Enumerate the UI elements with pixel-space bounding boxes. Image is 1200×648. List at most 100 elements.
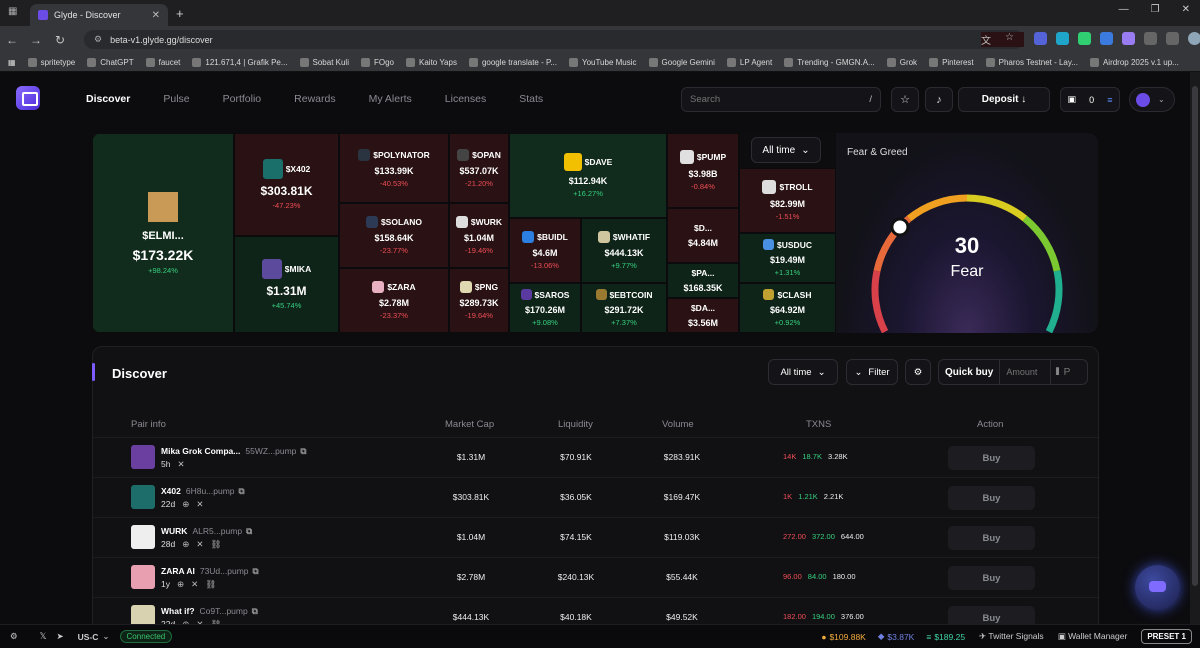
heatmap-tile[interactable]: $BUIDL $4.6M -13.06% — [509, 218, 581, 283]
x-twitter-icon[interactable]: ✕ — [196, 539, 203, 550]
settings-gear-button[interactable]: ⚙ — [905, 359, 931, 385]
table-row[interactable]: Mika Grok Compa... 55WZ...pump ⧉ 5h ✕ $1.31M $… — [93, 437, 1100, 477]
profile-icon[interactable] — [1188, 32, 1200, 45]
bookmark-item[interactable]: Airdrop 2025 v.1 up... — [1089, 57, 1179, 67]
buy-button[interactable]: Buy — [948, 486, 1035, 510]
heatmap-tile[interactable]: $PA... $168.35K — [667, 263, 739, 298]
puzzle-icon[interactable] — [1144, 32, 1157, 45]
browser-tab[interactable]: Glyde - Discover ✕ — [30, 4, 168, 26]
copy-icon[interactable]: ⧉ — [253, 566, 259, 576]
token-address[interactable]: 73Ud...pump — [200, 566, 249, 576]
buy-button[interactable]: Buy — [948, 446, 1035, 470]
extension-icon[interactable] — [1100, 32, 1113, 45]
preset-sliders-icon[interactable]: ⫴ — [1051, 367, 1063, 378]
extension-icon[interactable] — [1078, 32, 1091, 45]
heatmap-tile[interactable]: $TROLL $82.99M -1.51% — [739, 168, 836, 233]
notifications-bell-button[interactable]: ♪ — [925, 87, 953, 112]
assistant-bot-button[interactable] — [1135, 565, 1180, 610]
bookmark-item[interactable]: Pharos Testnet - Lay... — [985, 57, 1078, 67]
settings-icon[interactable]: ⚙ — [10, 631, 18, 642]
extension-icon[interactable] — [1034, 32, 1047, 45]
nav-portfolio[interactable]: Portfolio — [223, 93, 262, 105]
tab-search-icon[interactable]: ▦ — [8, 6, 22, 18]
heatmap-tile[interactable]: $DAVE $112.94K +16.27% — [509, 133, 667, 218]
search-input[interactable] — [690, 94, 850, 105]
bookmark-item[interactable]: YouTube Music — [568, 57, 637, 67]
search-box[interactable]: / — [681, 87, 881, 112]
bookmark-star-icon[interactable]: ☆ — [1005, 32, 1014, 47]
bookmark-item[interactable]: ChatGPT — [87, 57, 134, 67]
close-tab-icon[interactable]: ✕ — [152, 10, 160, 21]
heatmap-tile[interactable]: $DA... $3.56M — [667, 298, 739, 333]
bookmark-item[interactable]: Grok — [886, 57, 917, 67]
nav-stats[interactable]: Stats — [519, 93, 543, 105]
filter-button[interactable]: ⌄ Filter — [846, 359, 898, 385]
heatmap-tile[interactable]: $WHATIF $444.13K +9.77% — [581, 218, 667, 283]
nav-my-alerts[interactable]: My Alerts — [369, 93, 412, 105]
x-twitter-icon[interactable]: ✕ — [177, 459, 184, 470]
profile-menu[interactable]: ⌄ — [1129, 87, 1175, 112]
nav-licenses[interactable]: Licenses — [445, 93, 486, 105]
heatmap-tile[interactable]: $WURK $1.04M -19.46% — [449, 203, 509, 268]
bookmark-item[interactable]: Sobat Kuli — [299, 57, 349, 67]
timeframe-select[interactable]: All time ⌄ — [768, 359, 838, 385]
nav-rewards[interactable]: Rewards — [294, 93, 335, 105]
wallet-manager-button[interactable]: ▣ Wallet Manager — [1058, 631, 1128, 642]
preset-button[interactable]: PRESET 1 — [1141, 629, 1192, 644]
bookmark-item[interactable]: 121.671,4 | Grafik Pe... — [192, 57, 288, 67]
globe-icon[interactable]: ⊕ — [182, 499, 189, 510]
buy-button[interactable]: Buy — [948, 526, 1035, 550]
wallet-button[interactable]: ▣ 0 ≡ — [1060, 87, 1120, 112]
table-row[interactable]: ZARA AI 73Ud...pump ⧉ 1y ⊕ ✕ ⛓ $2.78M $240.13K $5… — [93, 557, 1100, 597]
bookmark-item[interactable]: Kaito Yaps — [406, 57, 457, 67]
deposit-button[interactable]: Deposit ↓ — [958, 87, 1050, 112]
window-close-icon[interactable]: ✕ — [1182, 4, 1190, 15]
heatmap-tile[interactable]: $ZARA $2.78M -23.37% — [339, 268, 449, 333]
heatmap-timeframe-select[interactable]: All time ⌄ — [751, 137, 821, 163]
bookmark-item[interactable]: google translate - P... — [468, 57, 557, 67]
token-address[interactable]: Co9T...pump — [200, 606, 248, 616]
heatmap-tile[interactable]: $EBTCOIN $291.72K +7.37% — [581, 283, 667, 333]
copy-icon[interactable]: ⧉ — [300, 446, 306, 456]
telegram-icon[interactable]: ➤ — [56, 631, 63, 642]
link-icon[interactable]: ⛓ — [210, 539, 221, 550]
x-twitter-icon[interactable]: ✕ — [196, 499, 203, 510]
maximize-icon[interactable]: ❐ — [1151, 4, 1160, 15]
heatmap-tile[interactable]: $MIKA $1.31M +45.74% — [234, 236, 339, 333]
copy-icon[interactable]: ⧉ — [252, 606, 258, 616]
bookmark-item[interactable]: Trending - GMGN.A... — [784, 57, 875, 67]
downloads-icon[interactable] — [1166, 32, 1179, 45]
buy-button[interactable]: Buy — [948, 566, 1035, 590]
table-row[interactable]: X402 6H8u...pump ⧉ 22d ⊕ ✕ $303.81K $36.05K $169… — [93, 477, 1100, 517]
buy-button[interactable]: Buy — [948, 606, 1035, 624]
token-address[interactable]: ALR5...pump — [192, 526, 242, 536]
x-twitter-icon[interactable]: 𝕏 — [40, 631, 47, 642]
copy-icon[interactable]: ⧉ — [246, 526, 252, 536]
bookmark-item[interactable]: FOgo — [360, 57, 394, 67]
globe-icon[interactable]: ⊕ — [182, 539, 189, 550]
url-field[interactable]: ⚙ beta-v1.glyde.gg/discover 文 ☆ — [84, 30, 1024, 49]
minimize-icon[interactable]: — — [1119, 4, 1129, 15]
token-address[interactable]: 6H8u...pump — [186, 486, 235, 496]
heatmap-tile[interactable]: $X402 $303.81K -47.23% — [234, 133, 339, 236]
globe-icon[interactable]: ⊕ — [177, 579, 184, 590]
heatmap-tile[interactable]: $SAROS $170.26M +9.08% — [509, 283, 581, 333]
bookmark-item[interactable]: LP Agent — [726, 57, 772, 67]
new-tab-icon[interactable]: + — [176, 6, 184, 21]
heatmap-tile[interactable]: $USDUC $19.49M +1.31% — [739, 233, 836, 283]
heatmap-tile[interactable]: $OPAN $537.07K -21.20% — [449, 133, 509, 203]
nav-discover[interactable]: Discover — [86, 93, 130, 105]
forward-icon[interactable]: → — [24, 33, 48, 47]
heatmap-tile[interactable]: $POLYNATOR $133.99K -40.53% — [339, 133, 449, 203]
region-select[interactable]: US-C — [78, 632, 99, 642]
heatmap-tile[interactable]: $CLASH $64.92M +0.92% — [739, 283, 836, 333]
bookmark-item[interactable]: Google Gemini — [648, 57, 715, 67]
watchlist-star-button[interactable]: ☆ — [891, 87, 919, 112]
twitter-signals-button[interactable]: ✈ Twitter Signals — [979, 631, 1044, 642]
table-row[interactable]: WURK ALR5...pump ⧉ 28d ⊕ ✕ ⛓ $1.04M $74.15K $119.… — [93, 517, 1100, 557]
copy-icon[interactable]: ⧉ — [239, 486, 245, 496]
apps-grid-icon[interactable]: ▦ — [8, 58, 16, 67]
link-icon[interactable]: ⛓ — [205, 579, 216, 590]
heatmap-tile[interactable]: $ELMI... $173.22K +98.24% — [92, 133, 234, 333]
extension-icon[interactable] — [1056, 32, 1069, 45]
